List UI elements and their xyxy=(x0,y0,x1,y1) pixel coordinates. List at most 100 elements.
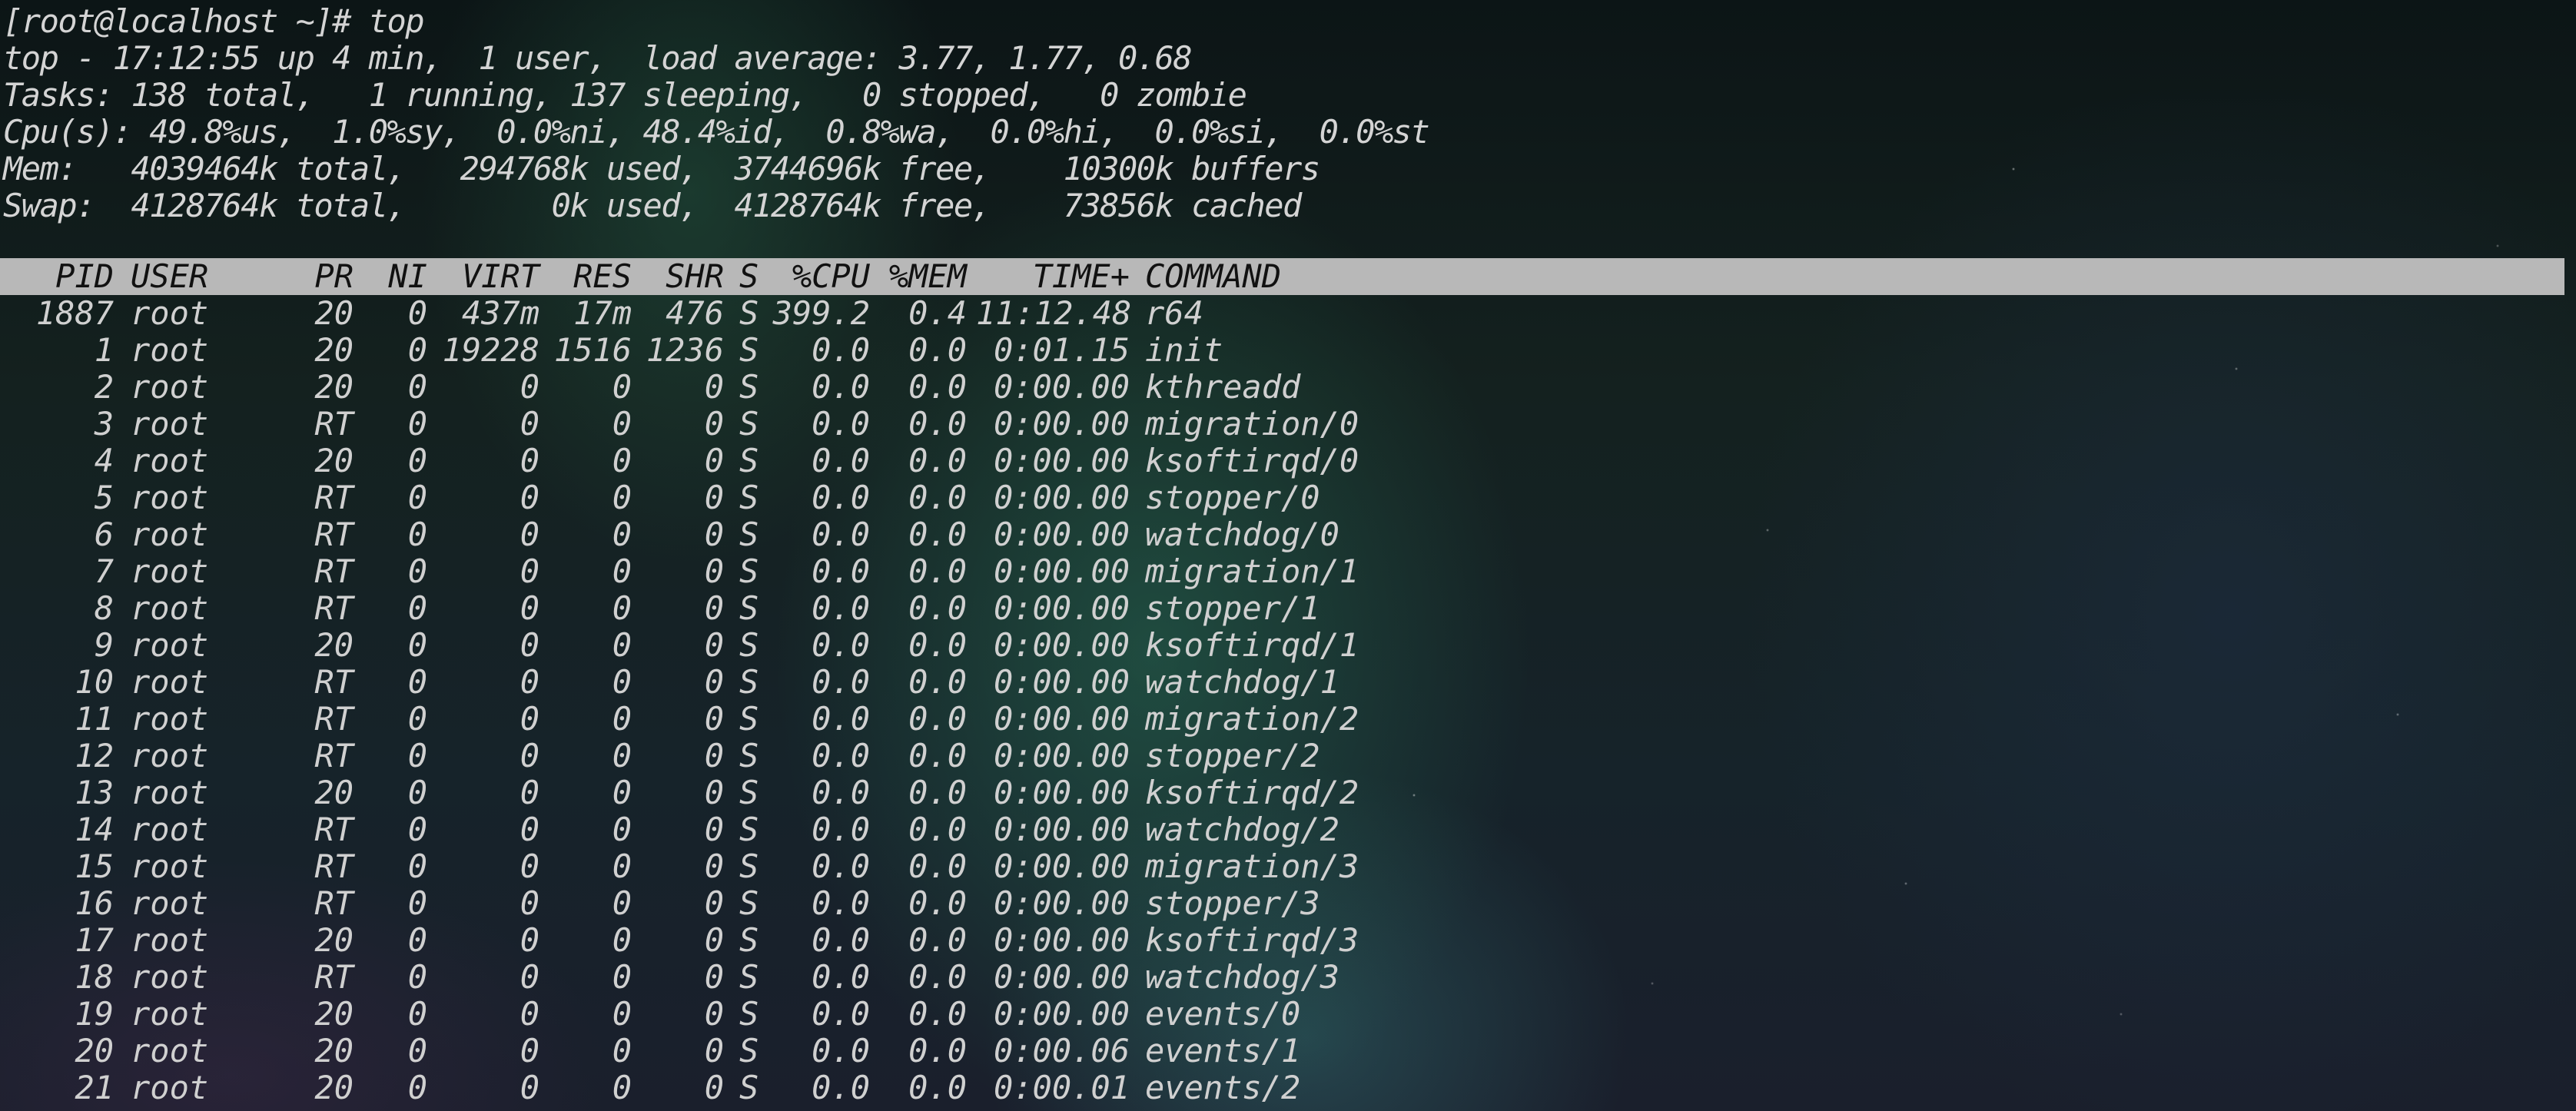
cell-pr: RT xyxy=(314,700,354,738)
cell-s: S xyxy=(739,921,759,959)
cell-cpu: 0.0 xyxy=(812,884,870,922)
cell-virt: 0 xyxy=(520,442,539,479)
cell-res: 0 xyxy=(612,847,632,885)
cell-s: S xyxy=(739,626,759,664)
shell-prompt-line: [root@localhost ~]# top xyxy=(3,2,425,40)
cell-time: 0:00.00 xyxy=(993,626,1130,664)
cell-cpu: 0.0 xyxy=(812,663,870,701)
cell-user: root xyxy=(131,1032,209,1070)
cell-ni: 0 xyxy=(407,626,427,664)
cell-user: root xyxy=(131,589,209,627)
cell-time: 0:00.00 xyxy=(993,552,1130,590)
cell-user: root xyxy=(131,921,209,959)
cell-command: stopper/0 xyxy=(1145,479,1320,516)
cell-cpu: 0.0 xyxy=(812,331,870,369)
cell-time: 0:00.00 xyxy=(993,516,1130,553)
cell-mem: 0.0 xyxy=(908,921,967,959)
cell-cpu: 0.0 xyxy=(812,368,870,406)
cell-res: 0 xyxy=(612,589,632,627)
cell-shr: 0 xyxy=(704,552,724,590)
terminal-window[interactable]: [root@localhost ~]# top top - 17:12:55 u… xyxy=(0,0,2576,1111)
cell-command: migration/2 xyxy=(1145,700,1359,738)
cell-command: watchdog/0 xyxy=(1145,516,1339,553)
cell-pr: 20 xyxy=(314,368,354,406)
cell-command: watchdog/1 xyxy=(1145,663,1339,701)
cell-mem: 0.0 xyxy=(908,331,967,369)
cell-ni: 0 xyxy=(407,552,427,590)
cell-res: 0 xyxy=(612,1069,632,1106)
cell-pid: 1887 xyxy=(35,294,114,332)
cell-time: 0:00.00 xyxy=(993,811,1130,848)
cell-cpu: 0.0 xyxy=(812,1032,870,1070)
cell-time: 0:00.01 xyxy=(993,1069,1130,1106)
cell-command: stopper/3 xyxy=(1145,884,1320,922)
cell-mem: 0.0 xyxy=(908,1069,967,1106)
cell-shr: 0 xyxy=(704,921,724,959)
column-header-virt: VIRT xyxy=(461,257,539,295)
cell-user: root xyxy=(131,737,209,774)
cell-cpu: 0.0 xyxy=(812,847,870,885)
cell-cpu: 0.0 xyxy=(812,1069,870,1106)
cell-res: 0 xyxy=(612,921,632,959)
cell-cpu: 0.0 xyxy=(812,921,870,959)
cell-s: S xyxy=(739,516,759,553)
cell-user: root xyxy=(131,995,209,1033)
cell-ni: 0 xyxy=(407,294,427,332)
cell-time: 0:00.00 xyxy=(993,700,1130,738)
cell-s: S xyxy=(739,368,759,406)
cell-s: S xyxy=(739,958,759,996)
cell-s: S xyxy=(739,552,759,590)
cell-ni: 0 xyxy=(407,405,427,443)
cell-pr: 20 xyxy=(314,1069,354,1106)
cell-time: 0:00.00 xyxy=(993,774,1130,811)
cell-ni: 0 xyxy=(407,700,427,738)
cell-cpu: 0.0 xyxy=(812,479,870,516)
cell-shr: 0 xyxy=(704,958,724,996)
column-header-mem: %MEM xyxy=(888,257,967,295)
cell-time: 0:00.00 xyxy=(993,589,1130,627)
cell-mem: 0.0 xyxy=(908,1032,967,1070)
cell-mem: 0.0 xyxy=(908,516,967,553)
cell-res: 0 xyxy=(612,995,632,1033)
cell-pr: RT xyxy=(314,737,354,774)
cell-res: 17m xyxy=(573,294,632,332)
cell-command: ksoftirqd/2 xyxy=(1145,774,1359,811)
cell-time: 0:00.00 xyxy=(993,663,1130,701)
cell-s: S xyxy=(739,1032,759,1070)
cell-pid: 6 xyxy=(94,516,114,553)
cell-mem: 0.0 xyxy=(908,663,967,701)
cell-s: S xyxy=(739,995,759,1033)
cell-virt: 0 xyxy=(520,884,539,922)
cell-shr: 0 xyxy=(704,811,724,848)
cell-s: S xyxy=(739,737,759,774)
cell-virt: 0 xyxy=(520,479,539,516)
cell-mem: 0.0 xyxy=(908,626,967,664)
cell-shr: 0 xyxy=(704,479,724,516)
cell-shr: 0 xyxy=(704,884,724,922)
cell-command: ksoftirqd/0 xyxy=(1145,442,1359,479)
column-header-shr: SHR xyxy=(666,257,724,295)
cell-shr: 0 xyxy=(704,442,724,479)
cell-res: 0 xyxy=(612,368,632,406)
cell-virt: 0 xyxy=(520,626,539,664)
cell-s: S xyxy=(739,294,759,332)
cell-command: events/2 xyxy=(1145,1069,1301,1106)
cell-res: 1516 xyxy=(553,331,632,369)
cell-ni: 0 xyxy=(407,368,427,406)
cell-ni: 0 xyxy=(407,921,427,959)
cell-pid: 10 xyxy=(75,663,114,701)
cell-mem: 0.0 xyxy=(908,884,967,922)
cell-s: S xyxy=(739,663,759,701)
cell-time: 11:12.48 xyxy=(976,294,1132,332)
cell-shr: 0 xyxy=(704,1069,724,1106)
cell-pr: RT xyxy=(314,552,354,590)
cell-user: root xyxy=(131,405,209,443)
cell-time: 0:00.06 xyxy=(993,1032,1130,1070)
cell-ni: 0 xyxy=(407,1069,427,1106)
cell-cpu: 0.0 xyxy=(812,442,870,479)
column-header-s: S xyxy=(739,257,759,295)
cell-command: migration/0 xyxy=(1145,405,1359,443)
cell-ni: 0 xyxy=(407,479,427,516)
cell-cpu: 0.0 xyxy=(812,552,870,590)
cell-res: 0 xyxy=(612,516,632,553)
